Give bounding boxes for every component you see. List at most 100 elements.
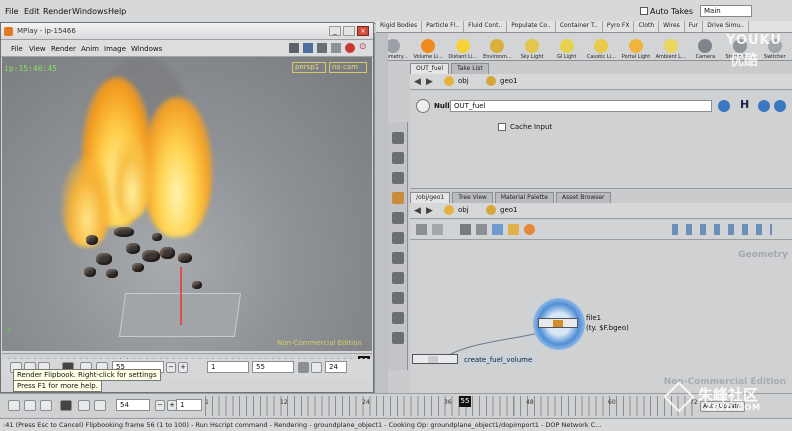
shelf-tool-caustic-light[interactable]: Caustic Li... bbox=[584, 33, 619, 60]
shelf-tab[interactable]: Fluid Cont.. bbox=[464, 21, 508, 32]
back-arrow-icon[interactable]: ◀ bbox=[414, 77, 421, 87]
tool-icon[interactable] bbox=[460, 224, 471, 235]
tab-out-fuel[interactable]: OUT_fuel bbox=[410, 63, 450, 74]
mplay-end-field[interactable]: 55 bbox=[252, 361, 294, 373]
mplay-menu-image[interactable]: Image bbox=[104, 45, 126, 53]
mplay-menu-windows[interactable]: Windows bbox=[131, 45, 162, 53]
forward-arrow-icon[interactable]: ▶ bbox=[426, 77, 433, 87]
layout-icons[interactable] bbox=[672, 224, 772, 235]
tool-icon[interactable] bbox=[392, 172, 404, 184]
settings-icon[interactable] bbox=[317, 43, 327, 53]
shelf-tab[interactable]: Particle Fl.. bbox=[422, 21, 465, 32]
tool-icon[interactable] bbox=[392, 252, 404, 264]
shelf-tool-sky-light[interactable]: Sky Light bbox=[515, 33, 550, 60]
shelf-tab[interactable]: Rigid Bodies bbox=[376, 21, 423, 32]
shelf-tool-environment-light[interactable]: Environm... bbox=[480, 33, 515, 60]
auto-takes-checkbox[interactable] bbox=[640, 7, 648, 15]
file1-node[interactable] bbox=[538, 318, 578, 328]
close-button[interactable]: × bbox=[357, 26, 369, 36]
tab-asset-browser[interactable]: Asset Browser bbox=[555, 192, 611, 203]
network-path-geo[interactable]: geo1 bbox=[500, 206, 518, 214]
increment-button[interactable]: + bbox=[178, 362, 188, 373]
shelf-tab[interactable]: Drive Simu.. bbox=[703, 21, 750, 32]
tool-icon[interactable] bbox=[392, 292, 404, 304]
tool-icon[interactable] bbox=[392, 192, 404, 204]
tab-take-list[interactable]: Take List bbox=[451, 63, 489, 74]
tab-material-palette[interactable]: Material Palette bbox=[494, 192, 554, 203]
main-start-field[interactable]: 1 bbox=[176, 399, 202, 411]
next-key-button[interactable] bbox=[94, 400, 106, 411]
shelf-tool-gi-light[interactable]: GI Light bbox=[549, 33, 584, 60]
first-frame-button[interactable] bbox=[8, 400, 20, 411]
create-fuel-volume-node[interactable] bbox=[412, 354, 458, 364]
h-icon[interactable]: H bbox=[740, 98, 749, 111]
tool-icon[interactable] bbox=[432, 224, 443, 235]
range-lock-button[interactable] bbox=[298, 362, 309, 373]
tool-icon[interactable] bbox=[392, 132, 404, 144]
stop-render-icon[interactable] bbox=[345, 43, 355, 53]
shelf-tab[interactable]: Populate Co.. bbox=[507, 21, 556, 32]
cam-menu[interactable]: no cam bbox=[329, 62, 367, 73]
tool-icon[interactable] bbox=[392, 212, 404, 224]
minimize-button[interactable]: _ bbox=[329, 26, 341, 36]
shelf-tab[interactable]: Wires bbox=[659, 21, 685, 32]
shelf-tool-portal-light[interactable]: Portal Light bbox=[619, 33, 654, 60]
question-icon[interactable] bbox=[774, 100, 786, 112]
shelf-tool-camera[interactable]: Camera bbox=[688, 33, 723, 60]
menu-file[interactable]: File bbox=[5, 7, 18, 16]
main-frame-field[interactable]: 54 bbox=[116, 399, 150, 411]
shelf-tab[interactable]: Container T.. bbox=[556, 21, 603, 32]
mplay-menu-file[interactable]: File bbox=[11, 45, 23, 53]
snapshot-icon[interactable] bbox=[289, 43, 299, 53]
tool-icon[interactable] bbox=[492, 224, 503, 235]
mplay-viewport[interactable]: ip-15:46:45 persp1 no cam ↗ Non-Commerci… bbox=[2, 57, 372, 351]
main-frame-marker[interactable]: 55 bbox=[459, 396, 471, 407]
tool-icon[interactable] bbox=[524, 224, 535, 235]
info-icon[interactable] bbox=[758, 100, 770, 112]
tool-icon[interactable] bbox=[392, 272, 404, 284]
tool-icon[interactable] bbox=[416, 224, 427, 235]
pin-icon[interactable]: ⊙ bbox=[359, 42, 367, 52]
menu-windows[interactable]: Windows bbox=[72, 7, 108, 16]
param-path-obj[interactable]: obj bbox=[458, 77, 469, 85]
mplay-menu-view[interactable]: View bbox=[29, 45, 46, 53]
tab-obj-geo1[interactable]: /obj/geo1 bbox=[410, 192, 451, 203]
play-back-button[interactable] bbox=[40, 400, 52, 411]
flip-icon[interactable] bbox=[331, 43, 341, 53]
shelf-tool-volume-light[interactable]: Volume Li... bbox=[411, 33, 446, 60]
maximize-button[interactable] bbox=[343, 26, 355, 36]
node-name-field[interactable]: OUT_fuel bbox=[450, 100, 712, 112]
mplay-menu-anim[interactable]: Anim bbox=[81, 45, 99, 53]
shelf-tab[interactable]: Fur bbox=[685, 21, 704, 32]
shelf-tool-distant-light[interactable]: Distant Li... bbox=[445, 33, 480, 60]
help-icon[interactable] bbox=[718, 100, 730, 112]
menu-edit[interactable]: Edit bbox=[24, 7, 40, 16]
decrement-button[interactable]: − bbox=[166, 362, 176, 373]
prev-key-button[interactable] bbox=[24, 400, 36, 411]
menu-help[interactable]: Help bbox=[108, 7, 126, 16]
back-arrow-icon[interactable]: ◀ bbox=[414, 206, 421, 216]
param-path-geo[interactable]: geo1 bbox=[500, 77, 518, 85]
tool-icon[interactable] bbox=[392, 152, 404, 164]
tool-icon[interactable] bbox=[392, 232, 404, 244]
desktop-select[interactable]: Main bbox=[700, 5, 752, 17]
play-button[interactable] bbox=[78, 400, 90, 411]
main-timeline[interactable]: 1 12 24 36 48 60 72 55 bbox=[205, 396, 698, 416]
cache-input-checkbox[interactable] bbox=[498, 123, 506, 131]
realtime-button[interactable] bbox=[311, 362, 322, 373]
mplay-start-field[interactable]: 1 bbox=[207, 361, 249, 373]
shelf-tool-ambient-light[interactable]: Ambient L... bbox=[653, 33, 688, 60]
shelf-tab[interactable]: Pyro FX bbox=[603, 21, 635, 32]
tool-icon[interactable] bbox=[476, 224, 487, 235]
mplay-fps-field[interactable]: 24 bbox=[325, 361, 347, 373]
tool-icon[interactable] bbox=[392, 312, 404, 324]
persp-menu[interactable]: persp1 bbox=[292, 62, 326, 73]
display-icon[interactable] bbox=[303, 43, 313, 53]
gear-icon[interactable] bbox=[416, 99, 430, 113]
shelf-tab[interactable]: Cloth bbox=[634, 21, 660, 32]
tool-icon[interactable] bbox=[392, 332, 404, 344]
tool-icon[interactable] bbox=[508, 224, 519, 235]
tab-tree-view[interactable]: Tree View bbox=[452, 192, 493, 203]
menu-render[interactable]: Render bbox=[43, 7, 71, 16]
decrement-button[interactable]: − bbox=[155, 400, 165, 411]
